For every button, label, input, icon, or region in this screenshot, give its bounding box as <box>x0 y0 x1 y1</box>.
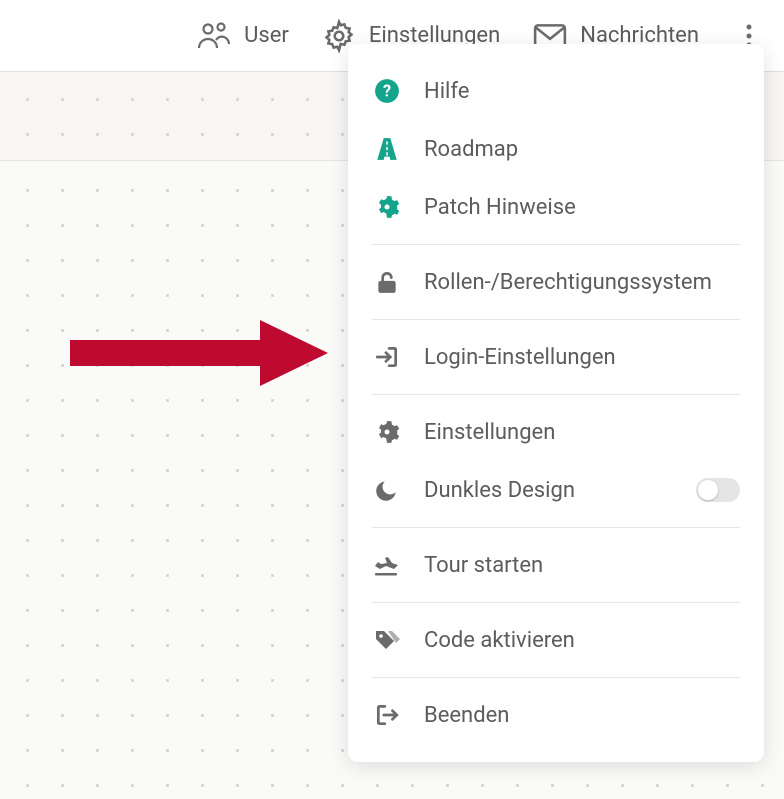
menu-divider <box>372 677 740 678</box>
unlock-icon <box>372 267 402 297</box>
menu-item-exit[interactable]: Beenden <box>348 686 764 744</box>
gear-solid-icon <box>372 192 402 222</box>
menu-divider <box>372 602 740 603</box>
menu-divider <box>372 527 740 528</box>
help-circle-icon: ? <box>372 76 402 106</box>
annotation-arrow <box>70 318 330 388</box>
menu-divider <box>372 244 740 245</box>
dark-mode-toggle[interactable] <box>696 478 740 502</box>
menu-item-label: Dunkles Design <box>424 478 575 503</box>
menu-item-roles[interactable]: Rollen-/Berechtigungssystem <box>348 253 764 311</box>
menu-item-settings[interactable]: Einstellungen <box>348 403 764 461</box>
menu-item-label: Roadmap <box>424 137 518 162</box>
svg-text:?: ? <box>383 81 391 100</box>
gear-icon <box>372 417 402 447</box>
toggle-knob <box>698 480 718 500</box>
menu-item-activate-code[interactable]: Code aktivieren <box>348 611 764 669</box>
menu-item-patch-notes[interactable]: Patch Hinweise <box>348 178 764 236</box>
road-icon <box>372 134 402 164</box>
menu-divider <box>372 394 740 395</box>
menu-item-start-tour[interactable]: Tour starten <box>348 536 764 594</box>
topbar-user[interactable]: User <box>194 16 289 56</box>
moon-icon <box>372 475 402 505</box>
menu-item-label: Einstellungen <box>424 420 555 445</box>
menu-item-help[interactable]: ? Hilfe <box>348 62 764 120</box>
menu-item-login-settings[interactable]: Login-Einstellungen <box>348 328 764 386</box>
menu-item-roadmap[interactable]: Roadmap <box>348 120 764 178</box>
menu-divider <box>372 319 740 320</box>
topbar-user-label: User <box>244 23 289 48</box>
plane-departure-icon <box>372 550 402 580</box>
menu-item-dark-mode[interactable]: Dunkles Design <box>348 461 764 519</box>
menu-item-label: Tour starten <box>424 553 543 578</box>
login-icon <box>372 342 402 372</box>
menu-item-label: Code aktivieren <box>424 628 575 653</box>
menu-item-label: Beenden <box>424 703 509 728</box>
menu-item-label: Login-Einstellungen <box>424 345 616 370</box>
logout-icon <box>372 700 402 730</box>
dropdown-menu: ? Hilfe Roadmap Patch Hinweise <box>348 44 764 762</box>
tags-icon <box>372 625 402 655</box>
people-icon <box>194 16 234 56</box>
menu-item-label: Rollen-/Berechtigungssystem <box>424 270 712 295</box>
menu-item-label: Patch Hinweise <box>424 195 576 220</box>
menu-item-label: Hilfe <box>424 79 469 104</box>
